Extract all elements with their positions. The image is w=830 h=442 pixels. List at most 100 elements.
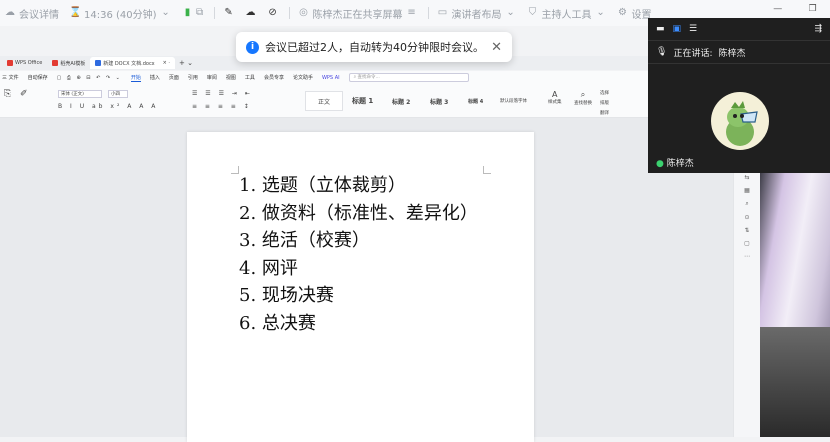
document-page[interactable]: 1. 选题（立体裁剪） 2. 做资料（标准性、差异化） 3. 绝活（校赛） 4.… bbox=[187, 132, 534, 442]
menu-icon: ≡ bbox=[407, 7, 416, 18]
gallery-view-icon[interactable]: ▣ bbox=[673, 24, 682, 34]
dinosaur-avatar-icon bbox=[726, 101, 758, 146]
layout-button[interactable]: 排版 bbox=[600, 100, 609, 106]
paste-button[interactable]: ⎘ bbox=[4, 89, 11, 99]
tab-docer-ai[interactable]: 稻壳AI模板 bbox=[47, 57, 90, 69]
restore-icon[interactable]: ❐ bbox=[809, 4, 817, 14]
layout-button[interactable]: ▭ 演讲者布局 ⌄ bbox=[437, 6, 517, 21]
list-item[interactable]: 5. 现场决赛 bbox=[239, 282, 489, 310]
collapse-icon[interactable]: ▬ bbox=[656, 24, 665, 34]
chevron-down-icon: ⌄ bbox=[161, 7, 170, 18]
hourglass-icon: ⌛ bbox=[69, 7, 82, 18]
menu-view[interactable]: 视图 bbox=[226, 74, 236, 81]
style-heading-3[interactable]: 标题 3 bbox=[426, 91, 452, 111]
tab-document[interactable]: 新建 DOCX 文档.docx × · bbox=[90, 57, 176, 69]
menu-autosave[interactable]: 自动保存 bbox=[28, 74, 48, 81]
document-list[interactable]: 1. 选题（立体裁剪） 2. 做资料（标准性、差异化） 3. 绝活（校赛） 4.… bbox=[239, 172, 489, 337]
shield-icon: ⛉ bbox=[528, 7, 537, 18]
list-view-icon[interactable]: ☰ bbox=[689, 24, 697, 34]
menu-paper-assistant[interactable]: 论文助手 bbox=[293, 74, 313, 81]
tool-icon[interactable]: ▢ bbox=[734, 240, 760, 247]
panel-menu-icon[interactable]: ⇶ bbox=[814, 24, 822, 34]
video-feed bbox=[760, 170, 830, 437]
font-size-select[interactable]: 小四 bbox=[108, 90, 128, 98]
info-icon: i bbox=[246, 40, 259, 54]
find-replace-button[interactable]: ⌕ 查找替换 bbox=[574, 90, 592, 106]
list-item[interactable]: 2. 做资料（标准性、差异化） bbox=[239, 200, 489, 228]
translate-button[interactable]: 翻译 bbox=[600, 110, 609, 116]
format-painter-icon[interactable]: ✐ bbox=[20, 89, 28, 99]
word-doc-icon bbox=[95, 60, 102, 66]
meeting-timer[interactable]: ⌛ 14:36 (40分钟) ⌄ bbox=[69, 6, 172, 21]
window-controls: — ❐ bbox=[760, 0, 830, 18]
style-set-button[interactable]: A 样式集 bbox=[548, 90, 562, 105]
list-item[interactable]: 6. 总决赛 bbox=[239, 310, 489, 338]
menu-wps-ai[interactable]: WPS AI bbox=[322, 75, 340, 81]
close-icon[interactable]: ✕ bbox=[491, 40, 502, 55]
video-floor bbox=[760, 327, 830, 437]
tool-icon[interactable]: ⌕ bbox=[734, 200, 760, 208]
select-button[interactable]: 选择 bbox=[600, 90, 609, 96]
host-tools-button[interactable]: ⛉ 主持人工具 ⌄ bbox=[527, 6, 607, 21]
external-window-icon[interactable]: ⧉ bbox=[194, 7, 206, 19]
quick-access-icons[interactable]: ▢ ⎙ ⊕ ⊟ ↶ ↷ ⌄ bbox=[57, 75, 122, 81]
close-tab-icon[interactable]: × · bbox=[163, 60, 170, 66]
minimize-icon[interactable]: — bbox=[773, 4, 782, 14]
docer-logo-icon bbox=[52, 60, 59, 66]
speaker-panel: ▬ ▣ ☰ ⇶ 🎙 正在讲话: 陈梓杰 ● 陈梓杰 bbox=[648, 18, 830, 173]
menu-review[interactable]: 审阅 bbox=[207, 74, 217, 81]
command-search-input[interactable]: ⌕ 查找命令... bbox=[348, 73, 469, 82]
list-item[interactable]: 3. 绝活（校赛） bbox=[239, 227, 489, 255]
meeting-limit-notification: i 会议已超过2人，自动转为40分钟限时会议。 ✕ bbox=[236, 32, 512, 62]
menu-file[interactable]: 三 文件 bbox=[2, 74, 19, 81]
avatar bbox=[711, 92, 769, 150]
style-heading-4[interactable]: 标题 4 bbox=[464, 91, 487, 111]
tool-icon[interactable]: ⇆ bbox=[734, 174, 760, 181]
chevron-down-icon: ⌄ bbox=[506, 7, 515, 18]
tool-icon[interactable]: ▦ bbox=[734, 187, 760, 194]
menu-member[interactable]: 会员专享 bbox=[264, 74, 284, 81]
signal-icon[interactable]: ▮ bbox=[182, 7, 194, 19]
meeting-info-button[interactable]: ☁ 会议详情 bbox=[4, 6, 59, 21]
mute-mic-icon[interactable]: ✎ bbox=[223, 7, 235, 19]
speaker-panel-header: ▬ ▣ ☰ ⇶ bbox=[648, 18, 830, 40]
speaker-name-label: ● 陈梓杰 bbox=[656, 159, 694, 169]
tool-icon[interactable]: ⊙ bbox=[734, 214, 760, 221]
hide-video-icon[interactable]: ⊘ bbox=[267, 7, 279, 19]
menu-tools[interactable]: 工具 bbox=[245, 74, 255, 81]
alignment-icons[interactable]: ≡ ≡ ≡ ≡ ↕ bbox=[192, 103, 252, 110]
divider bbox=[213, 7, 215, 19]
menu-page[interactable]: 页面 bbox=[169, 74, 179, 81]
style-default-paragraph[interactable]: 默认段落字体 bbox=[496, 91, 531, 111]
new-tab-icon[interactable]: + ⌄ bbox=[179, 59, 193, 67]
cloud-record-icon[interactable]: ☁ bbox=[245, 7, 257, 19]
more-icon[interactable]: ⋯ bbox=[734, 253, 760, 260]
chevron-down-icon: ⌄ bbox=[596, 7, 605, 18]
microphone-icon: ● bbox=[656, 159, 664, 169]
paragraph-icons[interactable]: ☰ ☰ ☰ ⇥ ⇤ bbox=[192, 90, 253, 97]
menu-home[interactable]: 开始 bbox=[130, 74, 141, 82]
gear-icon: ⚙ bbox=[618, 7, 628, 18]
list-item[interactable]: 1. 选题（立体裁剪） bbox=[239, 172, 489, 200]
layout-icon: ▭ bbox=[437, 7, 448, 18]
screen-share-status[interactable]: ◎ 陈梓杰正在共享屏幕 ≡ bbox=[298, 6, 418, 21]
tab-wps-office[interactable]: WPS Office bbox=[2, 57, 47, 69]
list-item[interactable]: 4. 网评 bbox=[239, 255, 489, 283]
style-heading-1[interactable]: 标题 1 bbox=[348, 91, 377, 111]
wps-logo-icon bbox=[7, 60, 13, 66]
find-icon: ⌕ bbox=[580, 90, 586, 99]
font-name-select[interactable]: 宋体 (正文) bbox=[58, 90, 102, 98]
style-normal[interactable]: 正文 bbox=[305, 91, 343, 111]
style-heading-2[interactable]: 标题 2 bbox=[388, 91, 414, 111]
settings-button[interactable]: ⚙ 设置 bbox=[617, 6, 651, 21]
microphone-icon: 🎙 bbox=[656, 47, 668, 57]
document-canvas[interactable]: 1. 选题（立体裁剪） 2. 做资料（标准性、差异化） 3. 绝活（校赛） 4.… bbox=[0, 118, 760, 442]
share-icon: ◎ bbox=[299, 7, 308, 18]
tool-icon[interactable]: ⇅ bbox=[734, 227, 760, 234]
crop-mark bbox=[231, 166, 239, 174]
divider bbox=[288, 7, 290, 19]
menu-references[interactable]: 引用 bbox=[188, 74, 198, 81]
speaking-status: 🎙 正在讲话: 陈梓杰 bbox=[648, 40, 830, 64]
font-format-icons[interactable]: B I U ab x² A A A bbox=[58, 103, 158, 110]
menu-insert[interactable]: 插入 bbox=[150, 74, 160, 81]
